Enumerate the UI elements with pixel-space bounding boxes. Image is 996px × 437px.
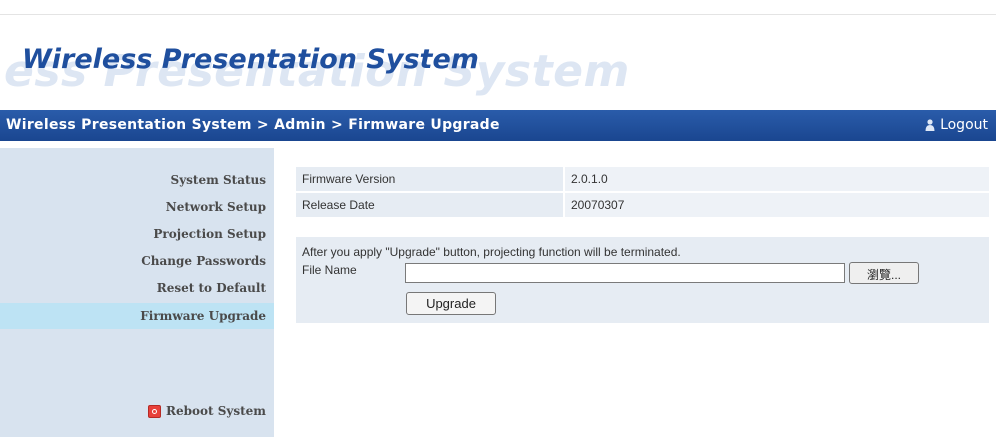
sidebar-item-change-passwords[interactable]: Change Passwords [141,254,266,268]
sidebar-item-reboot-system[interactable]: Reboot System [148,404,266,418]
upgrade-form: After you apply "Upgrade" button, projec… [296,237,989,323]
header-banner: ess Presentation System Wireless Present… [0,30,996,98]
sidebar-item-label: Reboot System [166,404,266,418]
upgrade-button[interactable]: Upgrade [406,292,496,315]
sidebar-item-network-setup[interactable]: Network Setup [166,200,266,214]
firmware-version-value: 2.0.1.0 [565,167,989,191]
logout-link[interactable]: Logout [925,117,988,133]
sidebar-item-system-status[interactable]: System Status [171,173,266,187]
firmware-version-row: Firmware Version 2.0.1.0 [296,167,989,191]
sidebar-item-projection-setup[interactable]: Projection Setup [153,227,266,241]
top-divider [0,14,996,15]
user-icon [925,119,935,131]
file-name-input[interactable] [405,263,845,283]
logout-label: Logout [940,117,988,133]
breadcrumb: Wireless Presentation System > Admin > F… [6,117,500,133]
sidebar: System Status Network Setup Projection S… [0,148,274,437]
firmware-version-label: Firmware Version [296,167,563,191]
app-title: Wireless Presentation System [22,44,479,75]
release-date-row: Release Date 20070307 [296,193,989,217]
release-date-label: Release Date [296,193,563,217]
sidebar-item-reset-to-default[interactable]: Reset to Default [157,281,266,295]
upgrade-warning: After you apply "Upgrade" button, projec… [302,245,681,259]
navigation-bar: Wireless Presentation System > Admin > F… [0,110,996,141]
browse-button[interactable]: 瀏覽... [849,262,919,284]
power-icon [148,404,161,418]
file-name-label: File Name [302,263,357,277]
sidebar-item-firmware-upgrade[interactable]: Firmware Upgrade [140,309,266,323]
release-date-value: 20070307 [565,193,989,217]
